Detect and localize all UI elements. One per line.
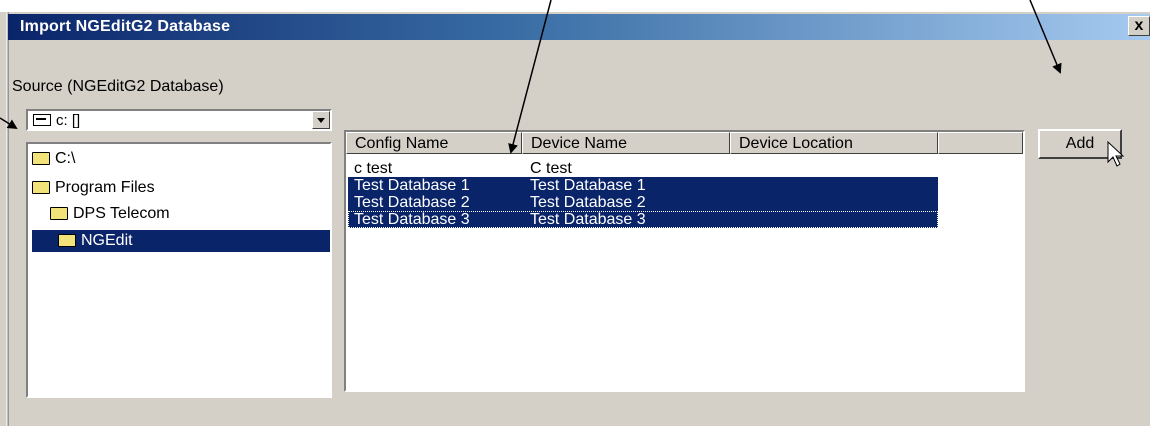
annotation-overlay: [0, 0, 1125, 167]
annotation-arrow-right: [1029, 0, 1062, 74]
annotation-arrow-left: [0, 117, 18, 130]
mouse-cursor-icon: [1107, 140, 1125, 167]
annotation-arrow-middle: [508, 0, 552, 154]
